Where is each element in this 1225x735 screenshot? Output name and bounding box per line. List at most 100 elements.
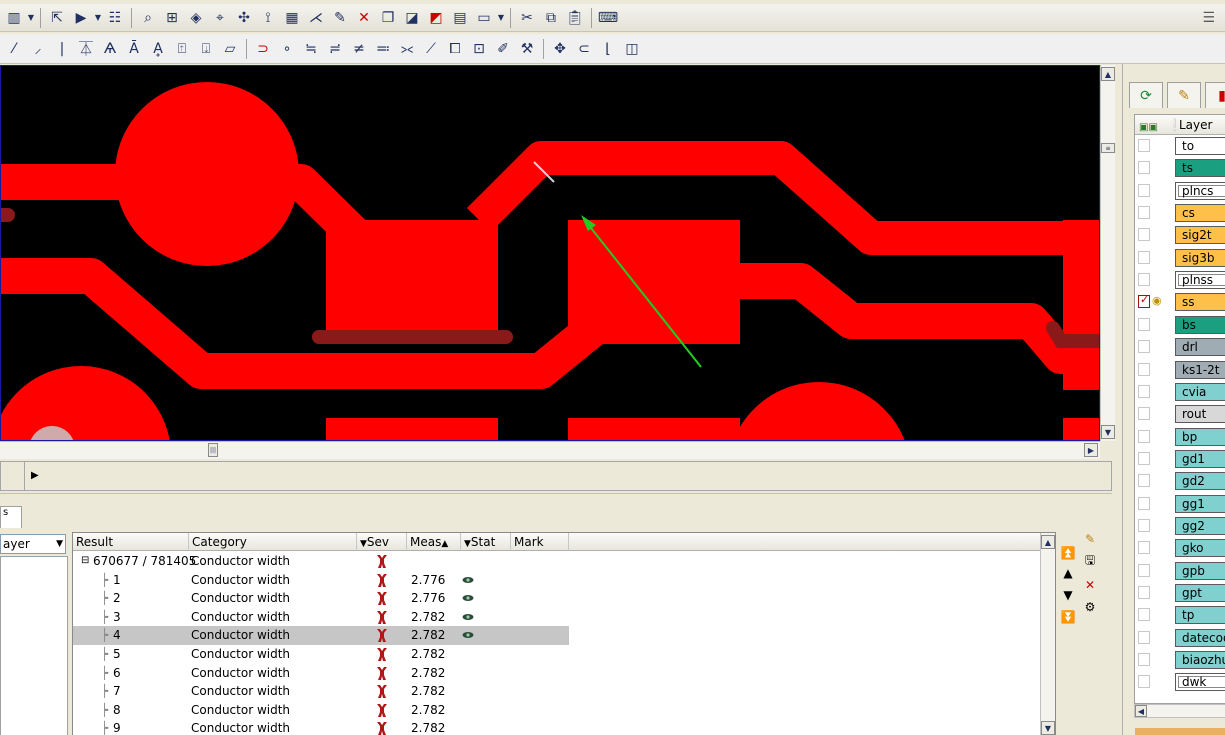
edit-box-icon[interactable]: ⧠	[444, 38, 466, 60]
canvas-vertical-scrollbar[interactable]: ▲ ≡ ▼	[1100, 65, 1115, 441]
layer-color-swatch[interactable]: cvia	[1175, 382, 1225, 401]
canvas-horizontal-scrollbar[interactable]: ||| ▶	[0, 441, 1100, 459]
layer-row-sig2t[interactable]: sig2t	[1135, 224, 1225, 246]
result-row[interactable]: ┝ 3 Conductor width 2.782	[73, 608, 1043, 627]
wand-icon[interactable]: ⚒	[516, 38, 538, 60]
play-icon[interactable]: ▶	[70, 7, 92, 29]
result-row[interactable]: ┝ 1 Conductor width 2.776	[73, 571, 1043, 590]
net-icon[interactable]: ⋌	[305, 7, 327, 29]
palette-tab-icon[interactable]: ✎	[1167, 82, 1201, 108]
layer-checkbox[interactable]	[1138, 362, 1150, 376]
brush-icon[interactable]: ⟋	[420, 38, 442, 60]
scroll-right-icon[interactable]: ▶	[1084, 443, 1098, 457]
dropdown-icon[interactable]: ▼	[27, 7, 35, 29]
grid-box-icon[interactable]: ⊡	[468, 38, 490, 60]
layer-checkbox[interactable]	[1138, 563, 1150, 577]
scroll-thumb[interactable]: |||	[208, 443, 218, 457]
list-icon[interactable]: ☷	[104, 7, 126, 29]
layer-select[interactable]: ayer ▼	[0, 534, 66, 554]
layer-row-gpb[interactable]: gpb	[1135, 560, 1225, 582]
layer-color-swatch[interactable]: sig2t	[1175, 226, 1225, 245]
layer-checkbox[interactable]	[1138, 474, 1150, 488]
layer-color-swatch[interactable]: ks1-2t	[1175, 360, 1225, 379]
query-icon[interactable]: ⌖	[209, 7, 231, 29]
scroll-down-icon[interactable]: ▼	[1101, 425, 1115, 439]
bar-icon[interactable]: |	[51, 38, 73, 60]
scroll-down-icon[interactable]: ▼	[1041, 721, 1055, 735]
line5-icon[interactable]: ⪥	[396, 38, 418, 60]
layer-color-swatch[interactable]: rout	[1175, 405, 1225, 424]
props-icon[interactable]: ▭	[473, 7, 495, 29]
layer-checkbox[interactable]	[1138, 273, 1150, 287]
pcb-canvas[interactable]: ‹	[0, 65, 1100, 441]
layer-row-gg2[interactable]: gg2	[1135, 515, 1225, 537]
color-tab-icon[interactable]: ▮	[1205, 82, 1225, 108]
result-row[interactable]: ┝ 9 Conductor width 2.782	[73, 719, 1043, 735]
layer-row-biaozhu[interactable]: biaozhu	[1135, 649, 1225, 671]
layer-row-drl[interactable]: drl	[1135, 336, 1225, 358]
layer-row-plnss[interactable]: plnss	[1135, 269, 1225, 291]
text-a2-icon[interactable]: Ā	[123, 38, 145, 60]
layer-checkbox[interactable]	[1138, 630, 1150, 644]
layer-row-bp[interactable]: bp	[1135, 426, 1225, 448]
layer-row-gd2[interactable]: gd2	[1135, 470, 1225, 492]
layer-row-cvia[interactable]: cvia	[1135, 381, 1225, 403]
layer-checkbox[interactable]	[1138, 317, 1150, 331]
scroll-thumb[interactable]: ≡	[1101, 143, 1115, 153]
column-mark[interactable]: Mark	[511, 533, 569, 551]
grid-vertical-scrollbar[interactable]: ▲ ▼	[1040, 533, 1055, 735]
layer-row-tp[interactable]: tp	[1135, 604, 1225, 626]
down-icon[interactable]: ▼	[1058, 586, 1078, 604]
layer-row-to[interactable]: to	[1135, 135, 1225, 157]
edit-icon[interactable]: ✎	[329, 7, 351, 29]
layer-color-swatch[interactable]: plnss	[1175, 271, 1225, 290]
cut-icon[interactable]: ✕	[353, 7, 375, 29]
layer-color-swatch[interactable]: to	[1175, 137, 1225, 155]
column-result[interactable]: Result	[73, 533, 189, 551]
layer-row-sig3b[interactable]: sig3b	[1135, 247, 1225, 269]
layer-checkbox[interactable]	[1138, 429, 1150, 443]
layer-checkbox[interactable]	[1138, 608, 1150, 622]
column-category[interactable]: Category	[189, 533, 357, 551]
edit-icon[interactable]: ✎	[1080, 530, 1100, 548]
layer-row-ks1-2t[interactable]: ks1-2t	[1135, 359, 1225, 381]
layer-checkbox[interactable]	[1138, 183, 1150, 197]
layer-color-swatch[interactable]: dwk	[1175, 673, 1225, 692]
pen-icon[interactable]: ⸝	[27, 38, 49, 60]
select-icon[interactable]: ✣	[233, 7, 255, 29]
layer-color-swatch[interactable]: ts	[1175, 159, 1225, 178]
para-icon[interactable]: ▱	[219, 38, 241, 60]
result-row[interactable]: ┝ 8 Conductor width 2.782	[73, 701, 1043, 720]
layer-checkbox[interactable]	[1138, 228, 1150, 242]
layer-color-swatch[interactable]: gko	[1175, 539, 1225, 558]
box-down-icon[interactable]: ⍗	[195, 38, 217, 60]
layer-color-swatch[interactable]: gpt	[1175, 584, 1225, 602]
column-stat[interactable]: ▼Stat	[461, 533, 511, 551]
layer-color-swatch[interactable]: sig3b	[1175, 248, 1225, 267]
up-icon[interactable]: ▲	[1058, 564, 1078, 582]
copy2-icon[interactable]: ⧉	[540, 7, 562, 29]
layer-color-swatch[interactable]: drl	[1175, 338, 1225, 357]
layer-checkbox[interactable]	[1138, 206, 1150, 220]
result-row[interactable]: ┝ 6 Conductor width 2.782	[73, 664, 1043, 683]
layer-list[interactable]: ▣▣ ❕ Layer to ts plncs cs sig2t sig3b plnss ◉ ss…	[1134, 114, 1225, 704]
refresh-tab-icon[interactable]: ⟳	[1129, 82, 1163, 108]
dot-icon[interactable]: ∘	[276, 38, 298, 60]
category-tree[interactable]	[0, 556, 68, 735]
layer-checkbox[interactable]	[1138, 139, 1150, 152]
layout-icon[interactable]: ▥	[3, 7, 25, 29]
command-line[interactable]: ▶	[0, 461, 1112, 491]
scroll-up-icon[interactable]: ▲	[1041, 535, 1055, 549]
tool-icon[interactable]: ⚙	[1080, 598, 1100, 616]
last-icon[interactable]: ⏬	[1058, 608, 1078, 626]
zoom-icon[interactable]: ⌕	[137, 7, 159, 29]
command-history[interactable]	[1, 462, 25, 490]
copy-icon[interactable]: ❐	[377, 7, 399, 29]
layer-color-swatch[interactable]: gg2	[1175, 516, 1225, 535]
layer-row-dwk[interactable]: dwk	[1135, 671, 1225, 693]
layer-checkbox[interactable]	[1138, 161, 1150, 175]
layer-checkbox[interactable]	[1138, 293, 1150, 309]
text-a-icon[interactable]: Ѧ	[99, 38, 121, 60]
layer-color-swatch[interactable]: tp	[1175, 606, 1225, 625]
drc-icon[interactable]: ◩	[425, 7, 447, 29]
